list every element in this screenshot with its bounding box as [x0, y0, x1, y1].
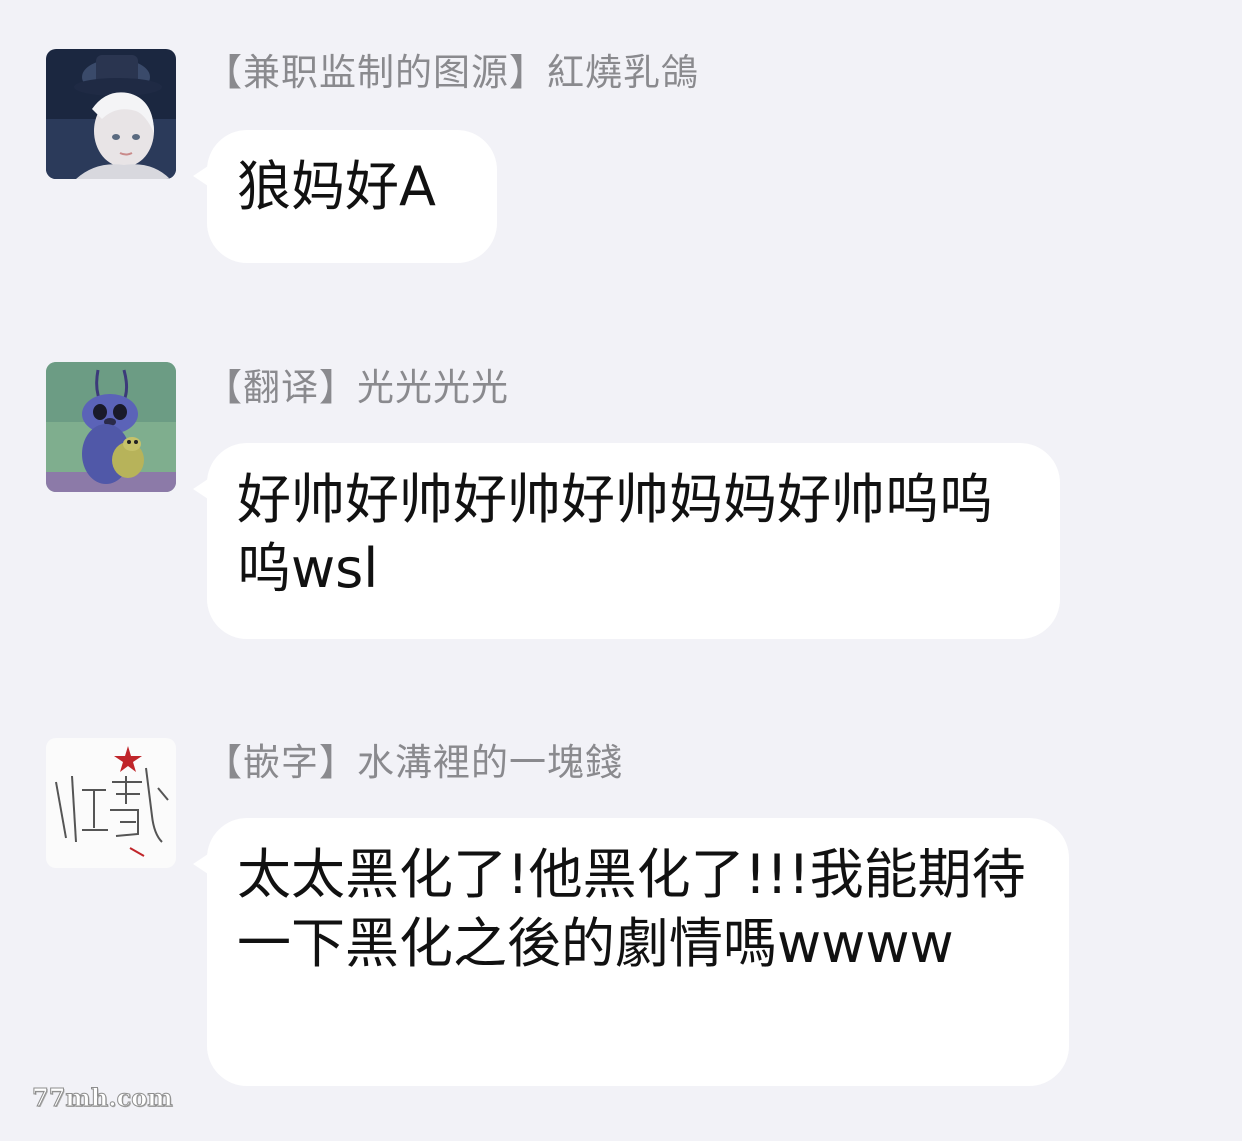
- dark-hat-character-avatar-icon: [46, 49, 176, 179]
- message-text: 太太黑化了!他黑化了!!!我能期待一下黑化之後的劇情嗎wwww: [237, 843, 1026, 975]
- blue-alien-cartoon-avatar-icon: [46, 362, 176, 492]
- message-text: 好帅好帅好帅好帅妈妈好帅呜呜呜wsl: [237, 468, 993, 600]
- avatar[interactable]: [46, 738, 176, 868]
- handwritten-signature-avatar-icon: [46, 738, 176, 868]
- bubble-tail: [193, 852, 211, 876]
- sender-name[interactable]: 【兼职监制的图源】紅燒乳鴿: [205, 50, 699, 96]
- message-bubble[interactable]: 好帅好帅好帅好帅妈妈好帅呜呜呜wsl: [193, 443, 1060, 639]
- avatar[interactable]: [46, 362, 176, 492]
- bubble-tail: [193, 164, 211, 188]
- message-bubble[interactable]: 狼妈好A: [193, 130, 497, 263]
- watermark: 77mh.com: [32, 1083, 174, 1113]
- avatar[interactable]: [46, 49, 176, 179]
- sender-name[interactable]: 【嵌字】水溝裡的一塊錢: [205, 740, 623, 786]
- bubble-tail: [193, 477, 211, 501]
- message-bubble[interactable]: 太太黑化了!他黑化了!!!我能期待一下黑化之後的劇情嗎wwww: [193, 818, 1069, 1086]
- sender-name[interactable]: 【翻译】光光光光: [205, 365, 509, 411]
- message-text: 狼妈好A: [237, 155, 436, 218]
